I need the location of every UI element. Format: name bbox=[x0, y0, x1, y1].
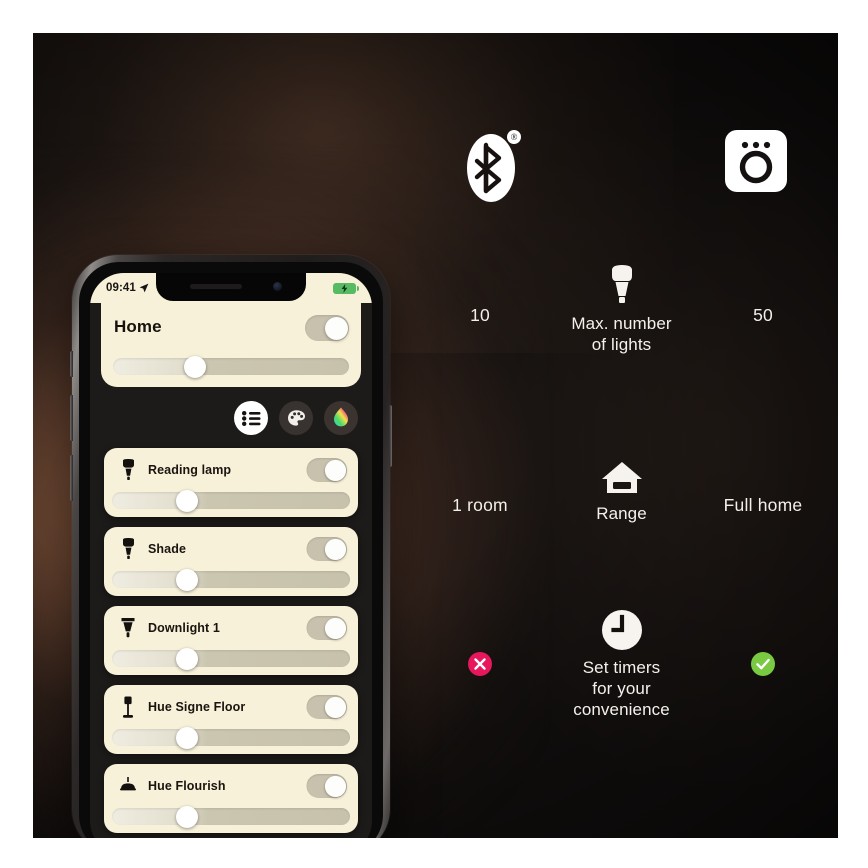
phone-volume-down-button[interactable] bbox=[70, 455, 73, 501]
downlight-icon bbox=[115, 617, 141, 639]
front-camera-icon bbox=[273, 282, 282, 291]
light-name: Reading lamp bbox=[148, 463, 232, 477]
light-toggle[interactable] bbox=[303, 457, 347, 483]
list-item[interactable]: Hue Flourish bbox=[104, 764, 358, 833]
slider-knob[interactable] bbox=[176, 647, 199, 670]
house-range-icon bbox=[601, 462, 642, 493]
light-brightness-slider[interactable] bbox=[112, 647, 350, 670]
comparison-row-timers: Set timers for your convenience bbox=[405, 610, 838, 720]
phone-power-button[interactable] bbox=[389, 405, 392, 467]
status-time-label: 09:41 bbox=[106, 282, 136, 294]
toggle-knob bbox=[324, 696, 346, 718]
scene-canvas: ® 10 Max. number of lights 50 1 room Ran… bbox=[33, 33, 838, 838]
comparison-table: 10 Max. number of lights 50 1 room Range… bbox=[405, 33, 838, 838]
row-left-indicator bbox=[405, 635, 555, 682]
toggle-knob bbox=[324, 538, 346, 560]
row-right-value: Full home bbox=[723, 495, 803, 515]
list-item[interactable]: Hue Signe Floor bbox=[104, 685, 358, 754]
slider-knob[interactable] bbox=[183, 355, 206, 378]
floor-lamp-icon bbox=[115, 696, 141, 719]
light-toggle[interactable] bbox=[303, 536, 347, 562]
tab-scenes[interactable] bbox=[279, 401, 313, 435]
light-brightness-slider[interactable] bbox=[112, 489, 350, 512]
list-item[interactable]: Reading lamp bbox=[104, 448, 358, 517]
light-name: Shade bbox=[148, 542, 187, 556]
earpiece-speaker-icon bbox=[190, 284, 242, 289]
bulb-icon bbox=[611, 265, 632, 303]
home-header-card: Home bbox=[101, 303, 361, 387]
tab-color[interactable] bbox=[324, 401, 358, 435]
home-master-toggle[interactable] bbox=[305, 315, 349, 341]
phone-volume-up-button[interactable] bbox=[70, 395, 73, 441]
toggle-knob bbox=[324, 775, 346, 797]
light-toggle[interactable] bbox=[303, 615, 347, 641]
list-icon bbox=[241, 410, 260, 426]
cross-icon bbox=[468, 652, 492, 676]
row-right-value: 50 bbox=[753, 305, 773, 325]
slider-knob[interactable] bbox=[176, 489, 199, 512]
phone-mute-switch[interactable] bbox=[70, 351, 73, 377]
slider-knob[interactable] bbox=[176, 568, 199, 591]
page-title: Home bbox=[114, 317, 162, 336]
light-brightness-slider[interactable] bbox=[112, 568, 350, 591]
slider-knob[interactable] bbox=[176, 805, 199, 828]
bulb-icon bbox=[115, 459, 141, 481]
slider-knob[interactable] bbox=[176, 726, 199, 749]
light-toggle[interactable] bbox=[303, 773, 347, 799]
light-name: Hue Flourish bbox=[148, 779, 226, 793]
row-left-value: 1 room bbox=[452, 495, 508, 515]
light-name: Hue Signe Floor bbox=[148, 700, 246, 714]
battery-charging-icon bbox=[333, 282, 359, 294]
row-label: Max. number of lights bbox=[571, 314, 672, 354]
phone-screen: 09:41 Home Reading lamp Shade Downlight … bbox=[90, 273, 372, 838]
clock-timer-icon bbox=[601, 610, 642, 650]
check-icon bbox=[751, 652, 775, 676]
phone-notch bbox=[156, 273, 306, 301]
row-label: Set timers for your convenience bbox=[573, 658, 670, 719]
comparison-row-range: 1 room Range Full home bbox=[405, 462, 838, 524]
toggle-knob bbox=[324, 617, 346, 639]
list-item[interactable]: Shade bbox=[104, 527, 358, 596]
palette-icon bbox=[287, 409, 305, 426]
home-brightness-slider[interactable] bbox=[113, 355, 349, 378]
toggle-knob bbox=[324, 316, 348, 340]
location-arrow-icon bbox=[139, 283, 149, 293]
light-toggle[interactable] bbox=[303, 694, 347, 720]
bulb-icon bbox=[115, 538, 141, 560]
comparison-row-max-lights: 10 Max. number of lights 50 bbox=[405, 265, 838, 355]
list-item[interactable]: Downlight 1 bbox=[104, 606, 358, 675]
tab-rooms-list[interactable] bbox=[234, 401, 268, 435]
phone-bezel: 09:41 Home Reading lamp Shade Downlight … bbox=[79, 262, 383, 838]
status-time: 09:41 bbox=[106, 282, 149, 294]
row-label: Range bbox=[596, 504, 647, 523]
color-droplet-icon bbox=[334, 407, 348, 427]
tab-bar bbox=[234, 401, 358, 435]
light-brightness-slider[interactable] bbox=[112, 726, 350, 749]
pendant-lamp-icon bbox=[115, 777, 141, 795]
row-right-indicator bbox=[688, 635, 838, 682]
toggle-knob bbox=[324, 459, 346, 481]
row-left-value: 10 bbox=[470, 305, 490, 325]
phone-mockup: 09:41 Home Reading lamp Shade Downlight … bbox=[70, 255, 392, 838]
light-name: Downlight 1 bbox=[148, 621, 220, 635]
lights-list: Reading lamp Shade Downlight 1 Hue Signe… bbox=[104, 448, 358, 838]
light-brightness-slider[interactable] bbox=[112, 805, 350, 828]
